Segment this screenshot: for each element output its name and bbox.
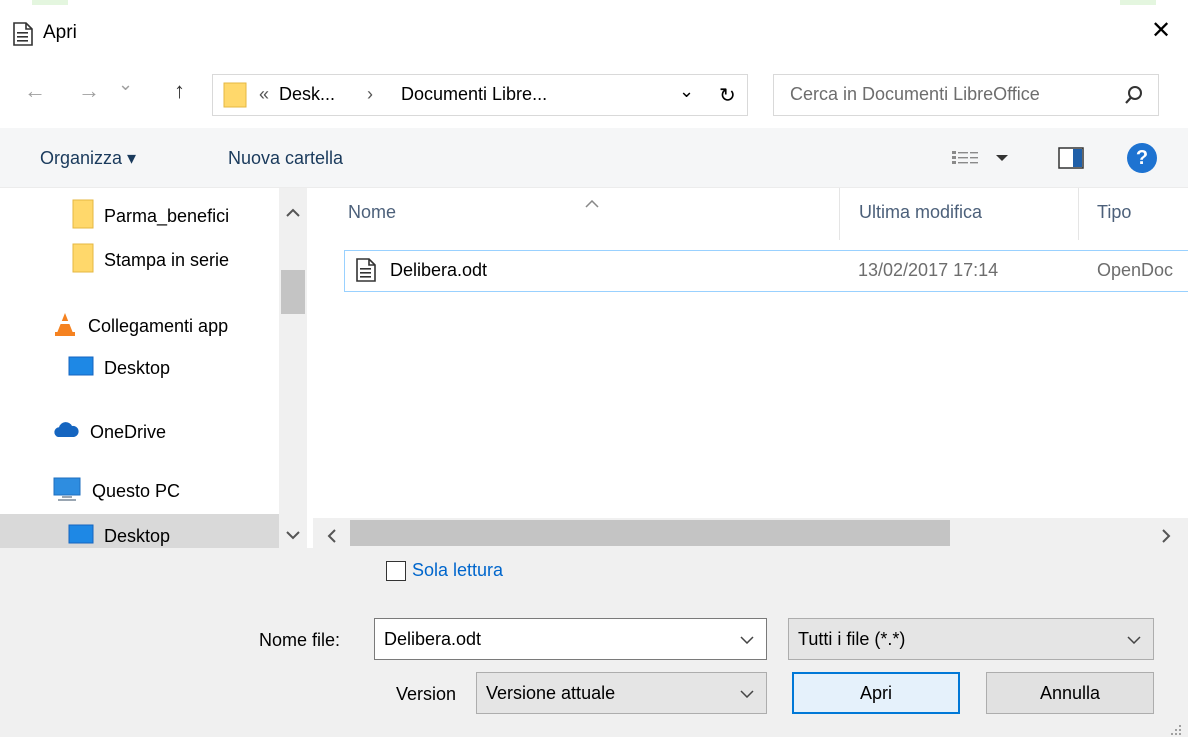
- filename-label: Nome file:: [259, 630, 341, 650]
- folder-icon: [72, 199, 94, 234]
- help-icon[interactable]: ?: [1127, 143, 1157, 173]
- cancel-button[interactable]: Annulla: [986, 672, 1154, 714]
- title-accent-right: [1120, 0, 1156, 5]
- scroll-thumb[interactable]: [281, 270, 305, 314]
- navigation-scrollbar[interactable]: [279, 188, 307, 548]
- open-button-label: Apri: [859, 682, 892, 703]
- breadcrumb-item[interactable]: Desk...: [279, 84, 335, 105]
- read-only-option[interactable]: Sola lettura: [386, 560, 503, 581]
- sidebar-item-label: Questo PC: [92, 480, 181, 501]
- sidebar-item-desktop[interactable]: Desktop: [0, 346, 280, 390]
- sidebar-item-label: Stampa in serie: [104, 249, 230, 270]
- file-type: OpenDoc: [1097, 260, 1174, 280]
- sidebar-item-parma-benefici[interactable]: Parma_benefici: [0, 194, 280, 238]
- filename-input[interactable]: Delibera.odt: [374, 618, 767, 660]
- preview-pane-icon[interactable]: [1058, 147, 1084, 174]
- breadcrumb-separator[interactable]: ›: [367, 84, 373, 105]
- view-options-icon[interactable]: [950, 148, 1010, 173]
- computer-icon: [52, 476, 82, 507]
- scroll-left-icon[interactable]: [327, 527, 337, 548]
- new-folder-button[interactable]: Nuova cartella: [228, 148, 343, 169]
- search-box[interactable]: Cerca in Documenti LibreOffice: [773, 74, 1159, 116]
- table-row[interactable]: Delibera.odt 13/02/2017 17:14 OpenDoc: [344, 250, 1188, 292]
- column-header-type[interactable]: Tipo: [1097, 202, 1131, 223]
- sidebar-item-label: Collegamenti app: [88, 315, 229, 336]
- desktop-icon: [68, 523, 94, 549]
- column-header-modified[interactable]: Ultima modifica: [859, 202, 982, 223]
- address-dropdown-icon[interactable]: ⌄: [679, 81, 694, 102]
- sidebar-item-onedrive[interactable]: OneDrive: [0, 410, 280, 454]
- up-arrow-icon[interactable]: ↑: [174, 78, 185, 104]
- title-bar: Apri ✕: [0, 0, 1188, 64]
- scroll-thumb[interactable]: [350, 520, 950, 546]
- vlc-cone-icon: [52, 311, 78, 342]
- version-label: Version: [396, 684, 457, 704]
- close-icon[interactable]: ✕: [1146, 16, 1176, 45]
- cancel-button-label: Annulla: [1039, 682, 1101, 703]
- back-arrow-icon[interactable]: ←: [24, 78, 46, 104]
- onedrive-cloud-icon: [52, 420, 80, 445]
- sidebar-item-collegamenti-app[interactable]: Collegamenti app: [0, 304, 280, 348]
- document-icon: [355, 258, 377, 287]
- folder-icon: [223, 81, 247, 114]
- read-only-checkbox[interactable]: [386, 560, 406, 581]
- file-type-filter[interactable]: Tutti i file (*.*): [788, 618, 1154, 660]
- refresh-icon[interactable]: ↻: [719, 83, 736, 108]
- filename-value: Delibera.odt: [384, 628, 482, 649]
- recent-locations-chevron-icon[interactable]: ⌄: [118, 74, 133, 95]
- sidebar-item-label: Parma_benefici: [104, 205, 230, 226]
- sidebar-item-stampa-in-serie[interactable]: Stampa in serie: [0, 238, 280, 282]
- sidebar-item-desktop-selected[interactable]: Desktop: [0, 514, 279, 548]
- sort-up-icon: [585, 192, 599, 213]
- file-name: Delibera.odt: [390, 260, 488, 280]
- breadcrumb-item[interactable]: Documenti Libre...: [401, 84, 547, 105]
- file-modified: 13/02/2017 17:14: [858, 260, 999, 280]
- column-header-name[interactable]: Nome: [348, 202, 396, 223]
- command-bar: Organizza ▾ Nuova cartella ?: [0, 128, 1188, 188]
- address-bar[interactable]: « Desk... › Documenti Libre... ⌄ ↻: [212, 74, 748, 116]
- chevron-down-icon[interactable]: [740, 685, 754, 701]
- desktop-icon: [68, 355, 94, 382]
- filter-value: Tutti i file (*.*): [798, 628, 906, 649]
- resize-grip-icon[interactable]: [1170, 720, 1182, 741]
- version-value: Versione attuale: [486, 682, 616, 703]
- read-only-label: Sola lettura: [412, 560, 504, 580]
- help-glyph: ?: [1135, 146, 1149, 169]
- sidebar-item-label: Desktop: [104, 525, 171, 546]
- folder-icon: [72, 243, 94, 278]
- version-select[interactable]: Versione attuale: [476, 672, 767, 714]
- sidebar-item-label: Desktop: [104, 357, 171, 378]
- chevron-down-icon[interactable]: [740, 631, 754, 647]
- organize-button[interactable]: Organizza ▾: [40, 148, 136, 169]
- file-list: Nome Ultima modifica Tipo Delibera.odt 1…: [313, 188, 1188, 518]
- dialog-footer: Sola lettura Nome file: Delibera.odt Tut…: [0, 548, 1188, 737]
- window-title: Apri: [43, 22, 77, 43]
- document-icon: [12, 22, 34, 51]
- column-separator[interactable]: [839, 188, 840, 240]
- search-icon[interactable]: [1124, 85, 1144, 110]
- horizontal-scrollbar[interactable]: [313, 518, 1188, 548]
- column-separator[interactable]: [1078, 188, 1079, 240]
- chevron-down-icon[interactable]: [1127, 631, 1141, 647]
- sidebar-item-label: OneDrive: [90, 421, 167, 442]
- navigation-bar: ← → ⌄ ↑ « Desk... › Documenti Libre... ⌄…: [0, 64, 1188, 128]
- search-input[interactable]: Cerca in Documenti LibreOffice: [790, 84, 1040, 105]
- title-accent-left: [32, 0, 68, 5]
- open-button[interactable]: Apri: [792, 672, 960, 714]
- breadcrumb-overflow[interactable]: «: [259, 84, 269, 105]
- scroll-right-icon[interactable]: [1161, 527, 1171, 548]
- scroll-down-icon[interactable]: [286, 524, 300, 545]
- navigation-pane: Parma_benefici Stampa in serie Collegame…: [0, 188, 313, 548]
- scroll-up-icon[interactable]: [286, 202, 300, 223]
- sidebar-item-questo-pc[interactable]: Questo PC: [0, 469, 280, 513]
- forward-arrow-icon[interactable]: →: [78, 78, 100, 104]
